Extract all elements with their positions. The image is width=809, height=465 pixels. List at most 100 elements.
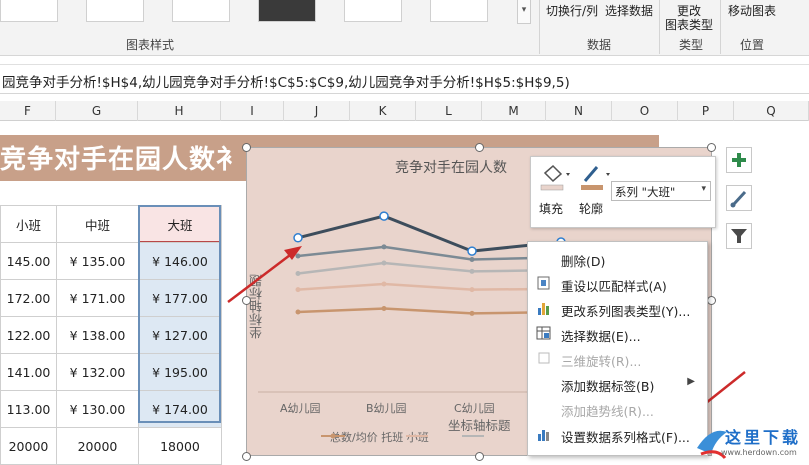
pen-outline-icon xyxy=(581,166,610,190)
column-header-k[interactable]: K xyxy=(350,101,416,121)
column-header-q[interactable]: Q xyxy=(734,101,809,121)
chart-style-thumb[interactable] xyxy=(430,0,488,22)
table-header-cell[interactable]: 中班 xyxy=(56,205,139,243)
chart-title[interactable]: 竞争对手在园人数 xyxy=(395,157,507,177)
table-header-cell[interactable]: 小班 xyxy=(0,205,57,243)
resize-handle[interactable] xyxy=(707,296,716,305)
submenu-arrow-icon: ▶ xyxy=(687,376,695,387)
type-group-label: 类型 xyxy=(679,38,704,52)
menu-item-reset-style[interactable]: 重设以匹配样式(A) xyxy=(528,271,707,296)
y-axis-title[interactable]: 坐标轴标题 xyxy=(248,274,267,339)
column-header-h[interactable]: H xyxy=(138,101,221,121)
series-select[interactable]: 系列 "大班" ▾ xyxy=(611,181,711,201)
watermark-text: 这里下载 xyxy=(725,428,802,447)
chart-filters-button[interactable] xyxy=(726,223,752,249)
table-cell[interactable]: 122.00 xyxy=(0,316,57,354)
formula-bar[interactable]: 园竞争对手分析!$H$4,幼儿园竞争对手分析!$C$5:$C$9,幼儿园竞争对手… xyxy=(0,64,809,94)
table-cell[interactable]: 20000 xyxy=(0,427,57,465)
bar-chart-icon xyxy=(538,303,549,315)
menu-item-label: 设置数据系列格式(F)... xyxy=(561,430,690,445)
ribbon: ▾ 图表样式 切换行/列 选择数据 数据 更改 图表类型 类型 移动图表 位置 xyxy=(0,0,809,56)
mini-toolbar: 填充 轮廓 系列 "大班" ▾ xyxy=(530,156,716,228)
chart-styles-group-label: 图表样式 xyxy=(126,38,175,52)
resize-handle[interactable] xyxy=(242,143,251,152)
switch-row-col-button[interactable]: 切换行/列 xyxy=(546,2,598,19)
resize-handle[interactable] xyxy=(707,143,716,152)
resize-handle[interactable] xyxy=(475,452,484,461)
table-cell[interactable]: 172.00 xyxy=(0,279,57,317)
column-headers: F G H I J K L M N O P Q xyxy=(0,101,809,121)
chart-legend[interactable]: 总数/均价 托班 小班 xyxy=(330,429,429,445)
column-header-m[interactable]: M xyxy=(482,101,546,121)
format-series-icon xyxy=(538,430,549,441)
chart-style-thumb[interactable] xyxy=(258,0,316,22)
table-row: 20000 20000 18000 xyxy=(0,427,222,465)
column-header-o[interactable]: O xyxy=(612,101,678,121)
menu-item-3d-rotation[interactable]: 三维旋转(R)... xyxy=(528,346,707,371)
resize-handle[interactable] xyxy=(242,452,251,461)
chart-styles-button[interactable] xyxy=(726,185,752,211)
formula-text[interactable]: 园竞争对手分析!$H$4,幼儿园竞争对手分析!$C$5:$C$9,幼儿园竞争对手… xyxy=(2,71,570,91)
column-header-n[interactable]: N xyxy=(546,101,612,121)
chart-style-thumb[interactable] xyxy=(0,0,58,22)
table-cell[interactable]: ¥ 130.00 xyxy=(56,390,139,428)
menu-item-format-data-series[interactable]: 设置数据系列格式(F)... xyxy=(528,422,707,447)
watermark-url: www.herdown.com xyxy=(721,448,797,457)
x-tick-label: C幼儿园 xyxy=(454,402,495,415)
menu-item-label: 删除(D) xyxy=(561,254,606,269)
table-cell[interactable]: ¥ 135.00 xyxy=(56,242,139,280)
menu-item-label: 添加数据标签(B) xyxy=(561,379,655,394)
menu-item-change-series-chart-type[interactable]: 更改系列图表类型(Y)... xyxy=(528,296,707,321)
chart-style-thumb[interactable] xyxy=(86,0,144,22)
chevron-down-icon: ▾ xyxy=(701,184,706,194)
paint-bucket-icon xyxy=(540,164,570,191)
filter-icon xyxy=(731,229,747,243)
menu-item-label: 选择数据(E)... xyxy=(561,329,641,344)
menu-item-select-data[interactable]: 选择数据(E)... xyxy=(528,321,707,346)
3d-rotate-icon xyxy=(538,352,550,364)
brush-icon xyxy=(730,190,747,208)
chart-style-thumb[interactable] xyxy=(344,0,402,22)
table-cell[interactable]: 20000 xyxy=(56,427,139,465)
column-header-f[interactable]: F xyxy=(0,101,56,121)
column-header-j[interactable]: J xyxy=(284,101,350,121)
selection-range-border xyxy=(138,205,221,423)
plus-icon xyxy=(732,153,746,167)
ribbon-separator xyxy=(659,0,660,54)
table-cell[interactable]: ¥ 171.00 xyxy=(56,279,139,317)
menu-item-delete[interactable]: 删除(D) xyxy=(528,246,707,271)
select-data-button[interactable]: 选择数据 xyxy=(605,2,653,19)
menu-item-add-trendline[interactable]: 添加趋势线(R)... xyxy=(528,396,707,421)
outline-button[interactable] xyxy=(577,163,611,197)
menu-item-label: 三维旋转(R)... xyxy=(561,354,642,369)
move-chart-button[interactable]: 移动图表 xyxy=(728,2,776,19)
x-tick-label: A幼儿园 xyxy=(280,402,321,415)
table-cell[interactable]: 145.00 xyxy=(0,242,57,280)
context-menu: 删除(D) 重设以匹配样式(A) 更改系列图表类型(Y)... 选择数据(E).… xyxy=(527,241,708,456)
fill-button[interactable] xyxy=(537,163,571,197)
menu-item-add-data-labels[interactable]: 添加数据标签(B) ▶ xyxy=(528,371,707,396)
change-chart-type-button-line2[interactable]: 图表类型 xyxy=(665,16,713,33)
table-cell[interactable]: ¥ 132.00 xyxy=(56,353,139,391)
column-header-l[interactable]: L xyxy=(416,101,482,121)
resize-handle[interactable] xyxy=(475,143,484,152)
table-cell[interactable]: 18000 xyxy=(138,427,222,465)
menu-item-label: 重设以匹配样式(A) xyxy=(561,279,667,294)
chart-elements-button[interactable] xyxy=(726,147,752,173)
sheet-title: 竞争对手在园人数衤 xyxy=(0,145,244,175)
column-header-p[interactable]: P xyxy=(678,101,734,121)
select-data-icon xyxy=(536,326,551,340)
reset-icon xyxy=(537,276,550,290)
menu-item-label: 更改系列图表类型(Y)... xyxy=(561,304,691,319)
ribbon-separator xyxy=(720,0,721,54)
watermark-logo: 这里下载 www.herdown.com xyxy=(691,418,809,462)
column-header-i[interactable]: I xyxy=(221,101,284,121)
chart-style-thumb[interactable] xyxy=(172,0,230,22)
table-cell[interactable]: 141.00 xyxy=(0,353,57,391)
menu-item-label: 添加趋势线(R)... xyxy=(561,404,654,419)
x-axis-title[interactable]: 坐标轴标题 xyxy=(448,415,511,434)
table-cell[interactable]: ¥ 138.00 xyxy=(56,316,139,354)
gallery-more-icon[interactable]: ▾ xyxy=(517,0,531,24)
column-header-g[interactable]: G xyxy=(56,101,138,121)
table-cell[interactable]: 113.00 xyxy=(0,390,57,428)
